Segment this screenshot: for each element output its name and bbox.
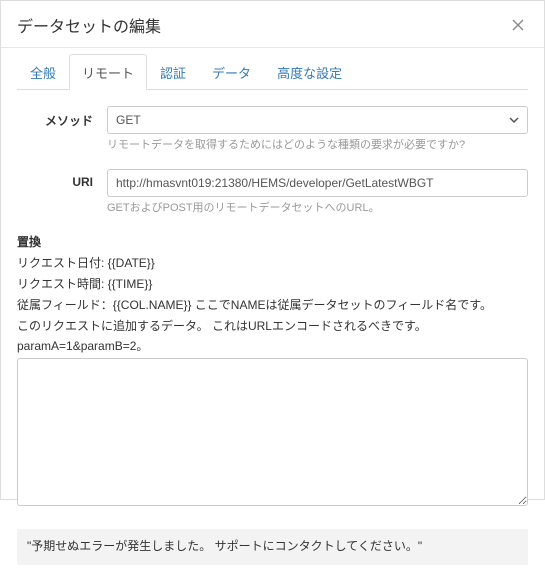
method-label: メソッド	[17, 106, 107, 129]
tab-auth[interactable]: 認証	[147, 54, 199, 90]
replace-label: 置換	[17, 233, 528, 250]
modal-header: データセットの編集	[1, 1, 544, 48]
tab-advanced[interactable]: 高度な設定	[264, 54, 355, 90]
tabs: 全般 リモート 認証 データ 高度な設定	[17, 54, 528, 90]
uri-label: URI	[17, 169, 107, 189]
close-icon	[512, 19, 524, 31]
replace-line-time: リクエスト時間: {{TIME}}	[17, 275, 528, 294]
replace-desc: このリクエストに追加するデータ。 これはURLエンコードされるべきです。 par…	[17, 317, 528, 355]
replace-line-col: 従属フィールド：{{COL.NAME}} ここでNAMEは従属データセットのフィ…	[17, 296, 528, 315]
close-button[interactable]	[508, 17, 528, 33]
error-message-box: "予期せぬエラーが発生しました。 サポートにコンタクトしてください。"	[17, 529, 528, 565]
method-help: リモートデータを取得するためにはどのような種類の要求が必要ですか?	[107, 138, 528, 153]
method-group: メソッド GET リモートデータを取得するためにはどのような種類の要求が必要です…	[17, 106, 528, 153]
tab-general[interactable]: 全般	[17, 54, 69, 90]
method-select[interactable]: GET	[107, 106, 528, 134]
replace-textarea[interactable]	[17, 358, 528, 506]
replace-line-date: リクエスト日付: {{DATE}}	[17, 254, 528, 273]
uri-input[interactable]	[107, 169, 528, 197]
uri-help: GETおよびPOST用のリモートデータセットへのURL。	[107, 201, 528, 216]
error-message: "予期せぬエラーが発生しました。 サポートにコンタクトしてください。"	[27, 539, 422, 553]
tab-remote[interactable]: リモート	[69, 54, 147, 90]
tab-data[interactable]: データ	[199, 54, 264, 90]
modal-title: データセットの編集	[17, 13, 161, 37]
replace-section: 置換 リクエスト日付: {{DATE}} リクエスト時間: {{TIME}} 従…	[17, 233, 528, 509]
uri-group: URI GETおよびPOST用のリモートデータセットへのURL。	[17, 169, 528, 216]
modal-body: 全般 リモート 認証 データ 高度な設定 メソッド GET リモートデータを取得…	[1, 54, 544, 581]
edit-dataset-modal: データセットの編集 全般 リモート 認証 データ 高度な設定 メソッド GET …	[0, 0, 545, 500]
